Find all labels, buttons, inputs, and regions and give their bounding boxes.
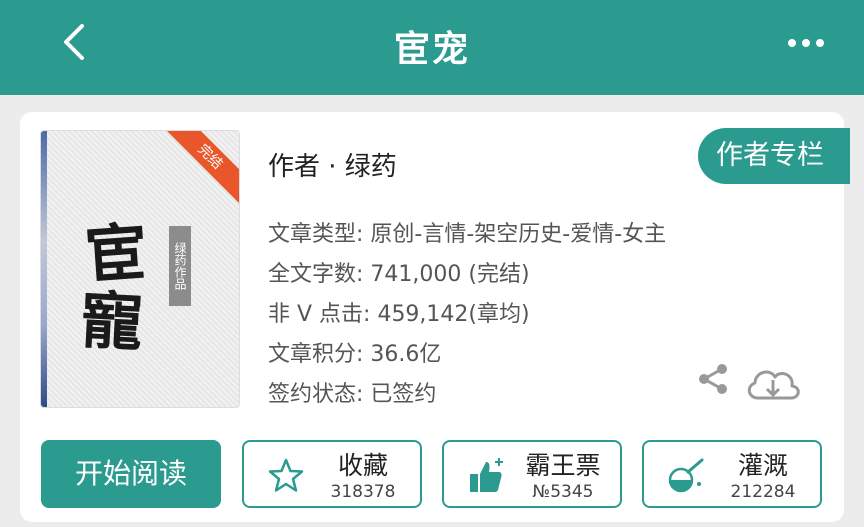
info-word-count: 全文字数: 741,000 (完结) <box>268 262 530 287</box>
ticket-label: 霸王票 <box>525 451 601 480</box>
thumbs-up-icon <box>470 458 503 492</box>
collect-button[interactable]: 收藏 318378 <box>242 440 422 508</box>
ticket-button[interactable]: 霸王票 №5345 <box>442 440 622 508</box>
info-score: 文章积分: 36.6亿 <box>268 342 442 367</box>
start-reading-button[interactable]: 开始阅读 <box>41 440 221 508</box>
info-genre: 文章类型: 原创-言情-架空历史-爱情-女主 <box>268 222 667 247</box>
author-line[interactable]: 作者 · 绿药 <box>268 146 397 183</box>
info-clicks: 非 V 点击: 459,142(章均) <box>268 302 530 327</box>
watering-icon <box>668 458 704 493</box>
author-column-button[interactable]: 作者专栏 <box>698 128 850 184</box>
cloud-download-icon[interactable] <box>744 362 802 406</box>
completed-ribbon: 完结 <box>162 131 239 205</box>
star-icon <box>268 458 304 492</box>
page-title: 宦宠 <box>393 29 470 70</box>
collect-label: 收藏 <box>337 451 388 480</box>
cover-author-stamp: 绿药作品 <box>169 226 191 306</box>
top-nav-bar: 宦宠 <box>0 0 864 95</box>
water-button[interactable]: 灌溉 212284 <box>642 440 822 508</box>
book-info-list: 文章类型: 原创-言情-架空历史-爱情-女主 全文字数: 741,000 (完结… <box>268 216 666 416</box>
collect-count: 318378 <box>330 482 396 502</box>
book-cover[interactable]: 宦 寵 绿药作品 完结 <box>40 130 240 408</box>
water-count: 212284 <box>730 482 796 502</box>
info-contract-status: 签约状态: 已签约 <box>268 382 437 407</box>
ticket-count: №5345 <box>532 482 594 502</box>
cover-spine <box>41 131 47 407</box>
water-label: 灌溉 <box>737 451 788 480</box>
share-icon[interactable] <box>696 362 730 396</box>
more-horizontal-icon[interactable] <box>786 28 826 58</box>
book-info-card: 宦 寵 绿药作品 完结 作者 · 绿药 作者专栏 文章类型: 原创-言情-架空历… <box>20 112 850 522</box>
cover-calligraphy-bottom: 寵 <box>78 283 145 360</box>
